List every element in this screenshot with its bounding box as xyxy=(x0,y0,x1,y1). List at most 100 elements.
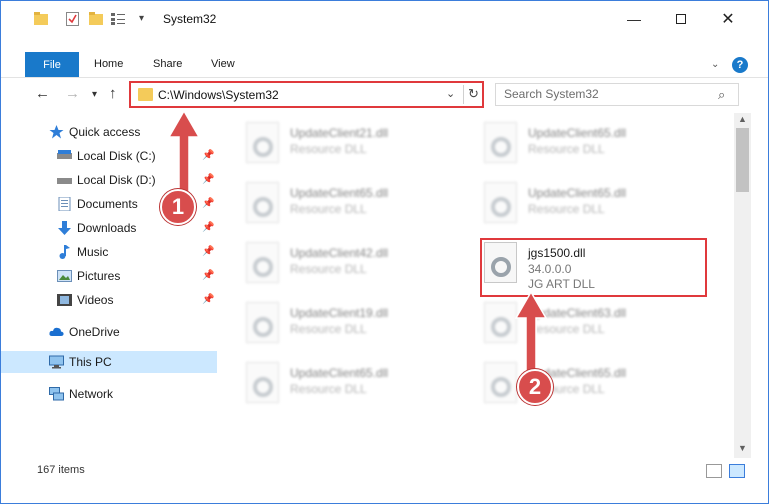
arrow-icon xyxy=(514,290,548,379)
scroll-up-icon[interactable]: ▲ xyxy=(738,114,747,124)
file-type: Resource DLL xyxy=(290,202,367,216)
address-divider xyxy=(463,85,464,104)
search-icon[interactable]: ⌕ xyxy=(718,87,725,103)
sidebar-item-videos[interactable]: Videos 📌 xyxy=(1,289,217,311)
tab-view[interactable]: View xyxy=(211,58,235,70)
search-input[interactable] xyxy=(504,87,704,101)
sidebar-item-pictures[interactable]: Pictures 📌 xyxy=(1,265,217,287)
customize-toolbar-icon[interactable]: ▾ xyxy=(139,13,144,24)
help-icon[interactable]: ? xyxy=(732,57,748,73)
pictures-icon xyxy=(57,270,72,282)
file-name: UpdateClient42.dll xyxy=(290,246,389,260)
ribbon: File Home Share View ⌄ ? xyxy=(1,52,768,78)
file-type: Resource DLL xyxy=(528,202,605,216)
dll-file-icon xyxy=(246,302,279,343)
file-type: Resource DLL xyxy=(290,322,367,336)
file-item[interactable]: UpdateClient42.dll Resource DLL xyxy=(246,238,476,290)
forward-icon[interactable]: → xyxy=(65,85,80,102)
file-name: UpdateClient19.dll xyxy=(290,306,389,320)
sidebar-item-label: Music xyxy=(77,245,109,259)
properties-icon[interactable] xyxy=(66,12,79,29)
back-icon[interactable]: ← xyxy=(35,85,50,102)
item-count: 167 items xyxy=(37,464,85,476)
file-name: UpdateClient65.dll xyxy=(528,186,627,200)
sidebar-item-label: Network xyxy=(69,387,114,401)
address-bar[interactable]: C:\Windows\System32 ⌄ ↻ xyxy=(129,81,484,108)
window-title: System32 xyxy=(163,12,217,26)
scroll-thumb[interactable] xyxy=(736,128,749,192)
music-icon xyxy=(59,245,70,259)
chevron-down-icon[interactable]: ⌄ xyxy=(446,87,455,100)
file-item[interactable]: UpdateClient65.dll Resource DLL xyxy=(246,358,476,410)
cloud-icon xyxy=(49,327,64,336)
callout-badge-2: 2 xyxy=(517,369,553,405)
vertical-scrollbar[interactable]: ▲ ▼ xyxy=(734,113,751,458)
file-name: UpdateClient21.dll xyxy=(290,126,389,140)
file-item[interactable]: UpdateClient65.dll Resource DLL xyxy=(246,178,476,230)
scroll-down-icon[interactable]: ▼ xyxy=(738,443,747,453)
file-item[interactable]: UpdateClient65.dll Resource DLL xyxy=(484,178,714,230)
pin-icon[interactable]: 📌 xyxy=(202,174,214,185)
new-folder-icon[interactable] xyxy=(89,12,103,28)
file-type: Resource DLL xyxy=(290,262,367,276)
download-icon xyxy=(58,221,71,235)
file-type: Resource DLL xyxy=(290,382,367,396)
file-name: UpdateClient65.dll xyxy=(290,186,389,200)
callout-badge-1: 1 xyxy=(160,189,196,225)
sidebar-item-network[interactable]: Network xyxy=(1,383,217,405)
status-bar: 167 items xyxy=(1,458,768,484)
view-details-icon[interactable] xyxy=(111,12,129,28)
expand-ribbon-icon[interactable]: ⌄ xyxy=(711,59,719,70)
dll-file-icon xyxy=(484,122,517,163)
file-item[interactable]: UpdateClient19.dll Resource DLL xyxy=(246,298,476,350)
file-item[interactable]: UpdateClient65.dll Resource DLL xyxy=(484,118,714,170)
pin-icon[interactable]: 📌 xyxy=(202,198,214,209)
dll-file-icon xyxy=(246,242,279,283)
pin-icon[interactable]: 📌 xyxy=(202,222,214,233)
file-type: Resource DLL xyxy=(290,142,367,156)
sidebar-item-this-pc[interactable]: This PC xyxy=(1,351,217,373)
sidebar-item-label: This PC xyxy=(69,355,112,369)
maximize-icon xyxy=(676,14,686,24)
sidebar-item-label: Quick access xyxy=(69,125,141,139)
file-item[interactable]: UpdateClient21.dll Resource DLL xyxy=(246,118,476,170)
tab-home[interactable]: Home xyxy=(94,58,123,70)
drive-icon xyxy=(57,150,72,159)
drive-icon xyxy=(57,178,72,184)
sidebar-item-music[interactable]: Music 📌 xyxy=(1,241,217,263)
pin-icon[interactable]: 📌 xyxy=(202,150,214,161)
refresh-icon[interactable]: ↻ xyxy=(468,86,479,102)
minimize-button[interactable]: — xyxy=(611,1,657,37)
sidebar-item-label: Pictures xyxy=(77,269,121,283)
sidebar-item-label: Videos xyxy=(77,293,114,307)
pin-icon[interactable]: 📌 xyxy=(202,270,214,281)
dll-file-icon xyxy=(246,122,279,163)
dll-file-icon xyxy=(246,182,279,223)
documents-icon xyxy=(58,197,71,211)
details-view-icon[interactable] xyxy=(706,464,722,478)
videos-icon xyxy=(57,294,72,306)
maximize-button[interactable] xyxy=(658,1,704,37)
close-button[interactable]: ✕ xyxy=(705,1,751,37)
sidebar-item-label: Documents xyxy=(77,197,138,211)
search-box[interactable]: ⌕ xyxy=(495,83,739,106)
sidebar-item-label: OneDrive xyxy=(69,325,120,339)
pin-icon[interactable]: 📌 xyxy=(202,246,214,257)
file-name: UpdateClient65.dll xyxy=(528,126,627,140)
tab-file[interactable]: File xyxy=(25,52,79,77)
up-icon[interactable]: ↑ xyxy=(109,85,117,102)
computer-icon xyxy=(49,355,64,369)
star-icon xyxy=(49,125,64,139)
pin-icon[interactable]: 📌 xyxy=(202,294,214,305)
dll-file-icon xyxy=(246,362,279,403)
folder-icon xyxy=(138,88,153,101)
close-icon: ✕ xyxy=(721,11,735,28)
network-icon xyxy=(49,387,64,401)
dll-file-icon xyxy=(484,182,517,223)
large-icons-view-icon[interactable] xyxy=(729,464,745,478)
tab-share[interactable]: Share xyxy=(153,58,182,70)
address-path[interactable]: C:\Windows\System32 xyxy=(158,88,279,102)
arrow-icon xyxy=(167,109,201,198)
sidebar-item-onedrive[interactable]: OneDrive xyxy=(1,321,217,343)
recent-locations-icon[interactable]: ▾ xyxy=(92,89,97,100)
